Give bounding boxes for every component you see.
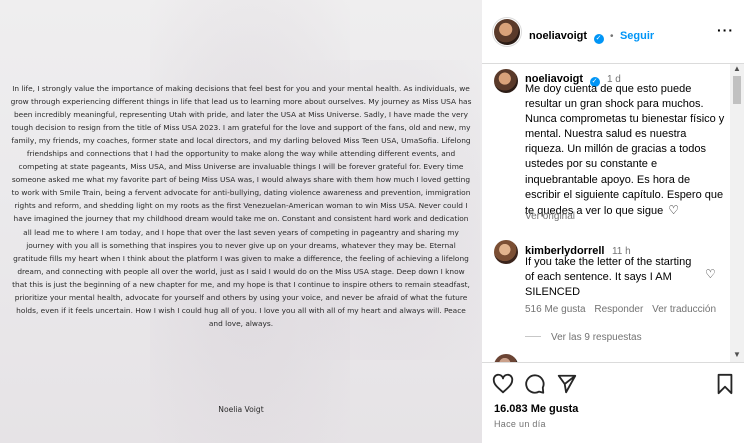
- follow-button[interactable]: Seguir: [620, 30, 654, 42]
- header-username[interactable]: noeliavoigt: [529, 30, 587, 42]
- comment-avatar[interactable]: [494, 240, 518, 264]
- comment-icon[interactable]: [524, 373, 546, 395]
- post-header: noeliavoigt ✓ • Seguir ···: [482, 0, 744, 64]
- caption-avatar[interactable]: [494, 69, 518, 93]
- post-image: In life, I strongly value the importance…: [0, 0, 482, 443]
- more-options-icon[interactable]: ···: [717, 22, 734, 38]
- scroll-thumb[interactable]: [733, 76, 741, 104]
- separator-dot: •: [609, 31, 614, 42]
- verified-badge-icon: ✓: [593, 34, 604, 44]
- reply-button[interactable]: Responder: [594, 304, 643, 315]
- caption-body: Me doy cuenta de que esto puede resultar…: [525, 83, 725, 217]
- share-icon[interactable]: [556, 373, 578, 395]
- caption-like-heart-icon[interactable]: ♡: [668, 203, 679, 217]
- header-user: noeliavoigt ✓ • Seguir: [529, 26, 654, 44]
- next-comment-avatar[interactable]: [494, 354, 518, 362]
- post-side-panel: noeliavoigt ✓ • Seguir ··· noeliavoigt ✓…: [482, 0, 744, 443]
- likes-count[interactable]: 16.083 Me gusta: [494, 403, 578, 415]
- comment-likes[interactable]: 516 Me gusta: [525, 304, 586, 315]
- statement-signature: Noelia Voigt: [218, 405, 264, 414]
- avatar[interactable]: [494, 19, 520, 45]
- bookmark-icon[interactable]: [714, 373, 736, 395]
- reply-line-divider: [525, 336, 541, 337]
- view-replies-button[interactable]: Ver las 9 respuestas: [525, 332, 642, 343]
- scroll-down-arrow-icon[interactable]: ▼: [733, 350, 741, 359]
- comments-list[interactable]: noeliavoigt ✓ 1 d Me doy cuenta de que e…: [482, 64, 744, 362]
- comment-text: If you take the letter of the starting o…: [525, 256, 692, 299]
- see-original-link[interactable]: Ver original: [525, 211, 575, 222]
- resignation-statement: In life, I strongly value the importance…: [10, 84, 472, 328]
- post-time: Hace un día: [494, 419, 546, 429]
- post-actions: 16.083 Me gusta Hace un día: [482, 362, 744, 444]
- heart-icon[interactable]: [492, 373, 514, 395]
- comments-scrollbar[interactable]: ▲ ▼: [730, 64, 744, 362]
- view-replies-label: Ver las 9 respuestas: [551, 332, 642, 343]
- scroll-up-arrow-icon[interactable]: ▲: [733, 64, 741, 73]
- translate-button[interactable]: Ver traducción: [652, 304, 716, 315]
- comment-like-heart-icon[interactable]: ♡: [705, 267, 716, 281]
- comment-actions: 516 Me gusta Responder Ver traducción: [525, 304, 716, 315]
- caption-text: Me doy cuenta de que esto puede resultar…: [525, 82, 725, 219]
